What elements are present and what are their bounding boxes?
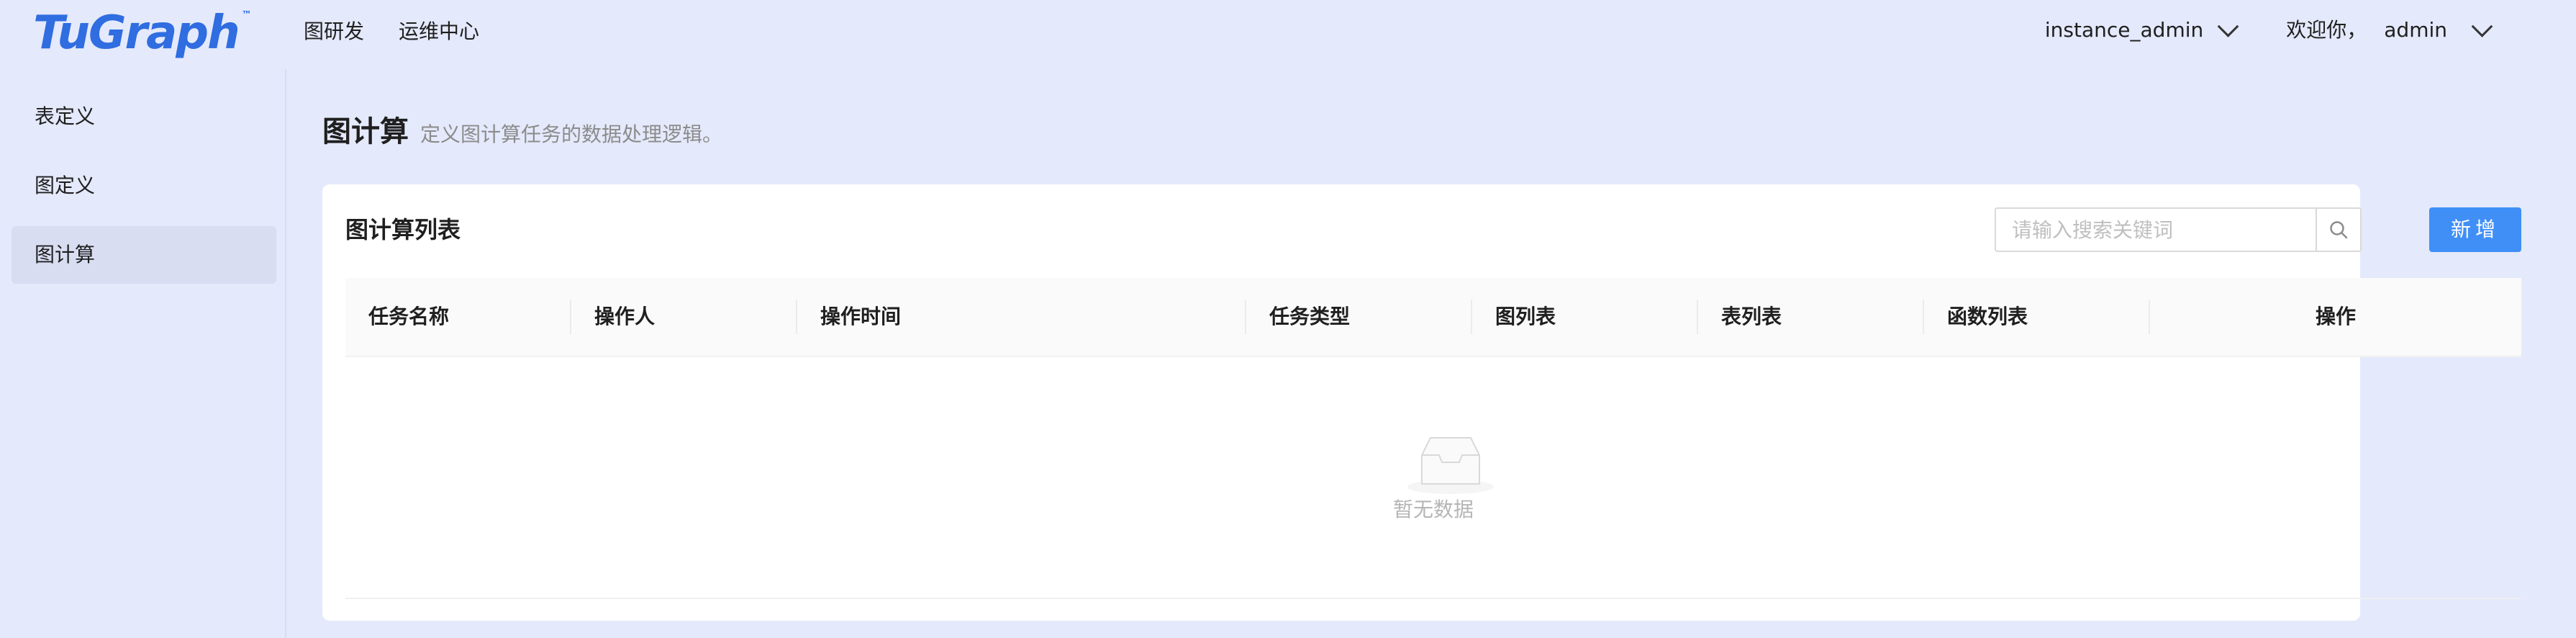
search-button[interactable] <box>2316 209 2360 251</box>
column-header-table-list[interactable]: 表列表 <box>1698 278 1924 356</box>
instance-label: instance_admin <box>2044 18 2204 42</box>
sidebar-item-label: 图计算 <box>35 243 96 266</box>
sidebar-item-graph-definition[interactable]: 图定义 <box>12 157 276 215</box>
sidebar-item-table-definition[interactable]: 表定义 <box>12 88 276 145</box>
header-right: instance_admin 欢迎你， admin <box>2044 14 2493 46</box>
add-button[interactable]: 新增 <box>2429 207 2521 252</box>
sidebar: 表定义 图定义 图计算 <box>0 69 286 638</box>
card-title: 图计算列表 <box>345 216 461 243</box>
chevron-down-icon <box>2471 15 2493 37</box>
top-header: TuGraph ™ 图研发 运维中心 instance_admin 欢迎你， ad… <box>0 0 2576 69</box>
nav-ops-center[interactable]: 运维中心 <box>399 17 479 46</box>
column-label: 操作 <box>2315 305 2356 328</box>
page-description: 定义图计算任务的数据处理逻辑。 <box>420 122 723 146</box>
column-label: 操作人 <box>594 305 656 328</box>
search-input[interactable] <box>1996 209 2316 251</box>
column-label: 任务名称 <box>368 305 450 328</box>
chevron-down-icon <box>2217 15 2239 37</box>
search-box <box>1995 207 2362 252</box>
column-header-function-list[interactable]: 函数列表 <box>1924 278 2150 356</box>
table-header: 任务名称 操作人 操作时间 任务类型 图列表 表列表 函数列表 操作 <box>345 278 2521 357</box>
top-nav: 图研发 运维中心 <box>304 17 479 46</box>
column-header-operator[interactable]: 操作人 <box>571 278 797 356</box>
tugraph-logo[interactable]: TuGraph ™ <box>33 4 252 62</box>
column-label: 表列表 <box>1721 305 1782 328</box>
graph-computing-list-card: 图计算列表 新增 任务名称 操作人 操作时间 任务类型 图列表 表列表 <box>322 184 2521 621</box>
empty-text: 暂无数据 <box>1392 498 1474 521</box>
page-title: 图计算 <box>322 115 409 148</box>
column-header-task-name[interactable]: 任务名称 <box>345 278 571 356</box>
page-header: 图计算 定义图计算任务的数据处理逻辑。 <box>322 108 722 150</box>
logo-trademark: ™ <box>241 9 252 21</box>
instance-dropdown[interactable]: instance_admin <box>2044 14 2239 46</box>
column-label: 操作时间 <box>820 305 902 328</box>
search-icon <box>2330 221 2348 239</box>
username-label: admin <box>2384 18 2447 42</box>
sidebar-item-label: 图定义 <box>35 174 96 197</box>
user-dropdown[interactable]: 欢迎你， admin <box>2286 14 2493 46</box>
column-label: 任务类型 <box>1269 305 1351 328</box>
nav-graph-dev[interactable]: 图研发 <box>304 17 364 46</box>
greeting-label: 欢迎你， <box>2286 18 2367 42</box>
column-label: 函数列表 <box>1947 305 2028 328</box>
empty-inbox-icon <box>1407 437 1494 494</box>
column-header-operation-time[interactable]: 操作时间 <box>797 278 1246 356</box>
sidebar-item-graph-computing[interactable]: 图计算 <box>12 226 276 284</box>
sidebar-item-label: 表定义 <box>35 104 96 128</box>
empty-state: 暂无数据 <box>345 357 2521 599</box>
column-header-graph-list[interactable]: 图列表 <box>1472 278 1698 356</box>
column-header-task-type[interactable]: 任务类型 <box>1246 278 1472 356</box>
column-header-actions: 操作 <box>2150 278 2521 356</box>
column-label: 图列表 <box>1495 305 1556 328</box>
logo-text: TuGraph <box>33 6 240 60</box>
